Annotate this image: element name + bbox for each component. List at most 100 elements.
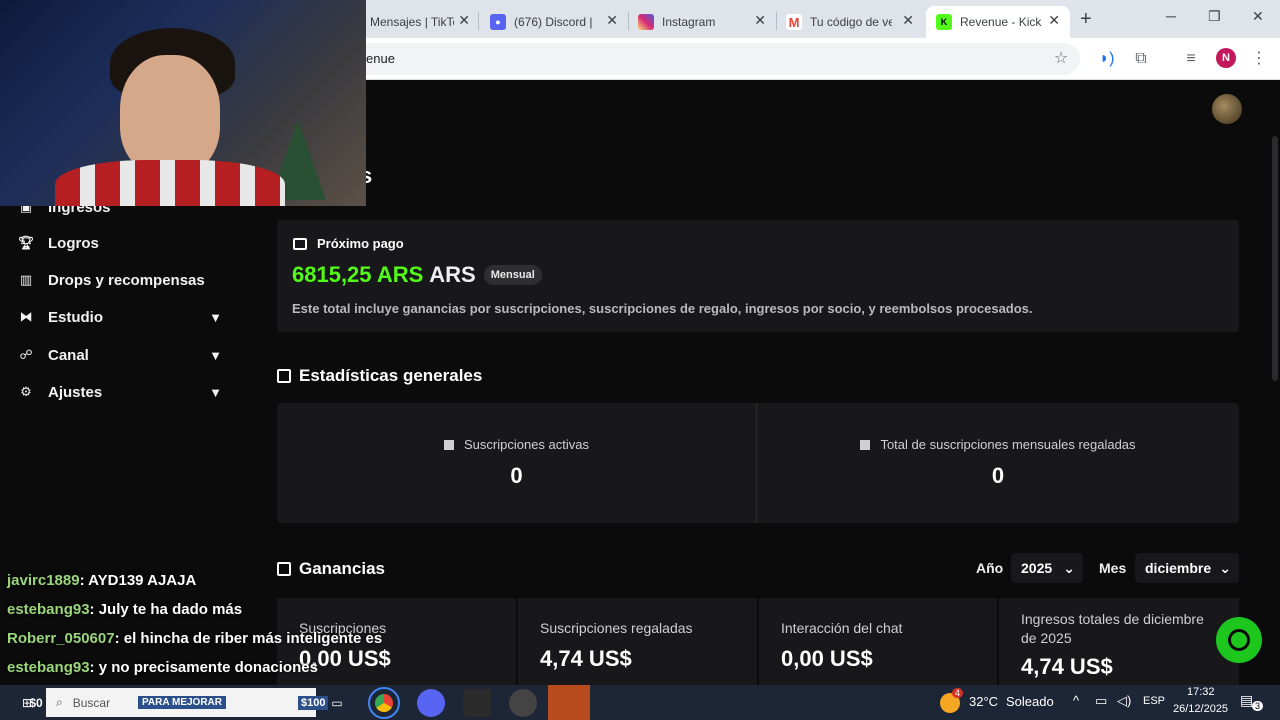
extensions-icon[interactable]: ⧉ bbox=[1130, 48, 1152, 70]
close-icon[interactable]: ✕ bbox=[458, 12, 470, 29]
wallet-icon bbox=[293, 237, 307, 250]
chrome-icon[interactable] bbox=[368, 687, 400, 719]
discord-icon[interactable] bbox=[417, 689, 445, 717]
volume-icon[interactable]: ◁) bbox=[1117, 693, 1131, 709]
streamer-face bbox=[120, 55, 220, 175]
tab-kick-revenue[interactable]: K Revenue - Kick D ✕ bbox=[926, 6, 1070, 38]
sidebar-item-label: Ajustes bbox=[48, 383, 103, 401]
tab-tiktok[interactable]: Mensajes | TikTok ✕ bbox=[360, 6, 480, 38]
chat-text: : AYD139 AJAJA bbox=[79, 572, 197, 589]
new-tab-button[interactable]: + bbox=[1080, 8, 1092, 31]
earnings-total: Ingresos totales de diciembre de 2025 4,… bbox=[999, 598, 1239, 688]
address-text: enue bbox=[366, 51, 395, 66]
notification-count: 3 bbox=[1252, 701, 1264, 711]
minimize-icon[interactable]: ─ bbox=[1166, 8, 1176, 24]
close-icon[interactable]: ✕ bbox=[754, 12, 766, 29]
clock-time[interactable]: 17:32 bbox=[1187, 686, 1215, 698]
chat-username: estebang93 bbox=[7, 659, 90, 676]
network-icon[interactable]: ▭ bbox=[1095, 693, 1107, 709]
stats-icon bbox=[277, 369, 291, 383]
general-stats-heading: Estadísticas generales bbox=[277, 366, 482, 386]
user-avatar[interactable] bbox=[1212, 94, 1242, 124]
help-chat-button[interactable] bbox=[1216, 617, 1262, 663]
chat-message: estebang93: July te ha dado más bbox=[7, 601, 407, 630]
close-icon[interactable]: ✕ bbox=[902, 12, 914, 29]
next-payment-description: Este total incluye ganancias por suscrip… bbox=[292, 301, 1033, 316]
obs-icon[interactable] bbox=[509, 689, 537, 717]
streamer-shirt bbox=[55, 160, 285, 206]
bar-chart-icon bbox=[444, 439, 454, 450]
tab-title: Instagram bbox=[662, 15, 716, 29]
next-payment-card: Próximo pago 6815,25 ARS ARS Mensual Est… bbox=[277, 220, 1239, 332]
chat-text: : el hincha de riber más inteligente es bbox=[114, 630, 383, 647]
profile-avatar[interactable]: N bbox=[1216, 48, 1236, 68]
sidebar-item-canal[interactable]: ☍ Canal ▼ bbox=[18, 341, 228, 369]
tab-discord[interactable]: ● (676) Discord | # ✕ bbox=[480, 6, 628, 38]
close-icon[interactable]: ✕ bbox=[1048, 12, 1060, 29]
year-select[interactable]: 2025 ⌄ bbox=[1011, 553, 1083, 583]
restore-icon[interactable]: ❐ bbox=[1208, 8, 1221, 25]
screen: Mensajes | TikTok ✕ ● (676) Discord | # … bbox=[0, 0, 1280, 720]
sidebar-item-label: Logros bbox=[48, 234, 99, 252]
close-icon[interactable]: ✕ bbox=[606, 12, 618, 29]
taskbar-search[interactable]: ⌕ Buscar PARA MEJORAR $100 bbox=[46, 688, 329, 717]
clock-date[interactable]: 26/12/2025 bbox=[1173, 703, 1228, 715]
bar-chart-icon bbox=[860, 439, 871, 450]
language-indicator[interactable]: ESP bbox=[1143, 695, 1165, 707]
trophy-icon: 🏆︎ bbox=[17, 235, 35, 250]
month-select[interactable]: diciembre ⌄ bbox=[1135, 553, 1239, 583]
sidebar-item-drops[interactable]: ▥ Drops y recompensas bbox=[18, 266, 228, 294]
stat-value: 0 bbox=[510, 463, 523, 488]
chat-text: : y no precisamente donaciones bbox=[89, 659, 318, 676]
epic-games-icon[interactable] bbox=[463, 689, 491, 717]
epic-games-active-icon[interactable] bbox=[548, 685, 590, 720]
media-control-icon[interactable]: ≡ bbox=[1180, 48, 1202, 70]
earnings-value: 4,74 US$ bbox=[540, 646, 632, 671]
sidebar-item-label: Drops y recompensas bbox=[48, 271, 205, 289]
chat-username: estebang93 bbox=[7, 601, 90, 618]
sidebar-item-logros[interactable]: 🏆︎ Logros bbox=[18, 229, 228, 257]
sidebar-item-estudio[interactable]: ⧓ Estudio ▼ bbox=[18, 303, 228, 331]
search-placeholder: Buscar bbox=[72, 695, 111, 710]
chevron-down-icon: ▼ bbox=[209, 309, 222, 325]
windows-taskbar: ⊞ $0 ⌕ Buscar PARA MEJORAR $100 ▭ 4 32°C… bbox=[0, 685, 1280, 720]
general-stats-title: Estadísticas generales bbox=[299, 366, 483, 385]
scrollbar[interactable] bbox=[1272, 136, 1278, 381]
stat-gifted-subs: Total de suscripciones mensuales regalad… bbox=[758, 403, 1238, 523]
chat-username: Roberr_050607 bbox=[7, 630, 115, 647]
earnings-label: Suscripciones regaladas bbox=[540, 620, 693, 636]
earnings-value: 0,00 US$ bbox=[781, 646, 873, 671]
search-icon: ⌕ bbox=[56, 695, 63, 709]
tab-gmail[interactable]: M Tu código de ve ✕ bbox=[776, 6, 924, 38]
weather-temp: 32°C bbox=[969, 694, 999, 709]
menu-dots-icon[interactable]: ⋮ bbox=[1248, 48, 1270, 70]
studio-icon: ⧓ bbox=[19, 309, 33, 324]
tab-instagram[interactable]: Instagram ✕ bbox=[628, 6, 776, 38]
year-value: 2025 bbox=[1021, 560, 1053, 576]
chat-message: estebang93: y no precisamente donaciones bbox=[7, 659, 407, 688]
bookmark-star-icon[interactable]: ☆ bbox=[1050, 48, 1072, 70]
month-label: Mes bbox=[1099, 560, 1127, 576]
chat-username: javirc1889 bbox=[7, 572, 80, 589]
chevron-up-icon[interactable]: ^ bbox=[1073, 693, 1079, 708]
stat-label-text: Total de suscripciones mensuales regalad… bbox=[880, 437, 1136, 452]
instagram-icon bbox=[638, 14, 654, 30]
read-aloud-icon[interactable]: ◗) bbox=[1096, 48, 1118, 70]
earnings-label: Ingresos totales de diciembre de 2025 bbox=[1021, 611, 1204, 646]
webcam-overlay bbox=[0, 0, 366, 206]
stream-chat-overlay: javirc1889: AYD139 AJAJA estebang93: Jul… bbox=[7, 572, 407, 688]
channel-icon: ☍ bbox=[19, 347, 33, 362]
earnings-value: 4,74 US$ bbox=[1021, 654, 1113, 679]
discord-icon: ● bbox=[490, 14, 506, 30]
close-window-icon[interactable]: ✕ bbox=[1252, 8, 1264, 25]
chevron-down-icon: ⌄ bbox=[1219, 560, 1231, 576]
headset-icon bbox=[1228, 629, 1250, 651]
chat-message: javirc1889: AYD139 AJAJA bbox=[7, 572, 407, 601]
earnings-chat: Interacción del chat 0,00 US$ bbox=[759, 598, 997, 688]
address-bar[interactable]: enue bbox=[290, 43, 1080, 75]
task-view-icon[interactable]: ▭ bbox=[326, 688, 348, 717]
sidebar-item-ajustes[interactable]: ⚙ Ajustes ▼ bbox=[18, 378, 228, 406]
next-payment-label: Próximo pago bbox=[317, 236, 404, 251]
amount-value: 6815,25 ARS bbox=[292, 262, 424, 287]
gear-icon: ⚙ bbox=[20, 384, 32, 399]
